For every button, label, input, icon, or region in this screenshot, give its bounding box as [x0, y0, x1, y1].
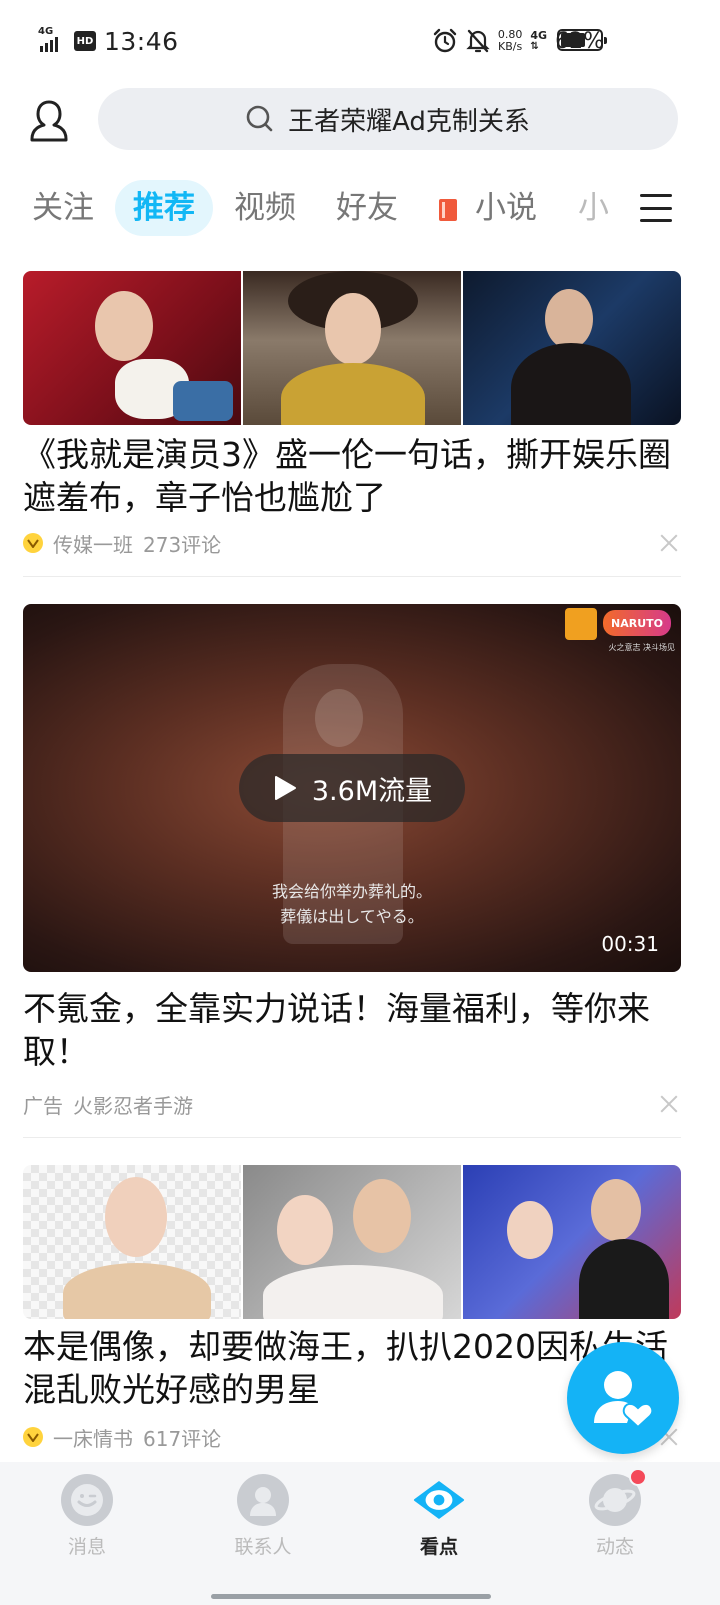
- post-image-grid[interactable]: [23, 271, 681, 425]
- menu-icon[interactable]: [640, 192, 672, 224]
- post-image: [243, 271, 461, 425]
- post-meta: 广告 火影忍者手游: [23, 1089, 193, 1119]
- search-bar[interactable]: 王者荣耀Ad克制关系: [98, 88, 678, 150]
- play-button[interactable]: 3.6M流量: [239, 754, 465, 822]
- video-subtitle: 我会给你举办葬礼的。: [271, 882, 432, 901]
- nav-contacts[interactable]: 联系人: [208, 1474, 318, 1559]
- verified-icon: [23, 1427, 43, 1447]
- video-duration: 00:31: [601, 932, 659, 956]
- status-bar: 4G HD 13:46 0.80 KB/s 4G ⇅ 62%: [0, 0, 720, 82]
- alarm-icon: [433, 28, 457, 53]
- tab-recommended[interactable]: 推荐: [115, 180, 213, 236]
- tab-partial[interactable]: 小: [578, 180, 608, 236]
- battery-level: [561, 33, 585, 47]
- post-image: [463, 271, 681, 425]
- nav-messages[interactable]: 消息: [32, 1474, 142, 1559]
- net-speed: 0.80 KB/s: [497, 28, 523, 53]
- user-heart-icon: [594, 1371, 654, 1429]
- post-title[interactable]: 《我就是演员3》盛一伦一句话，撕开娱乐圈遮羞布，章子怡也尴尬了: [23, 433, 693, 519]
- dismiss-icon[interactable]: [658, 1093, 680, 1115]
- tab-novel[interactable]: 小说: [439, 180, 537, 236]
- user-icon: [30, 100, 68, 142]
- hd-icon: HD: [74, 31, 96, 51]
- post-image: [23, 1165, 241, 1319]
- friend-feed-button[interactable]: [567, 1342, 679, 1454]
- bottom-navigation: 消息 联系人 看点 动态: [0, 1462, 720, 1605]
- divider: [23, 576, 681, 577]
- game-logo: NARUTO 火之意志 决斗场见: [565, 608, 675, 652]
- book-icon: [439, 199, 457, 221]
- data-usage-label: 3.6M流量: [311, 775, 433, 807]
- notification-dot: [629, 1468, 647, 1486]
- post-source[interactable]: 火影忍者手游: [73, 1090, 193, 1119]
- post-image-grid[interactable]: [23, 1165, 681, 1319]
- tab-novel-label: 小说: [475, 190, 537, 226]
- channel-tabs: 关注 推荐 视频 好友 小说 小: [0, 180, 720, 236]
- comment-count: 617评论: [143, 1426, 222, 1451]
- comment-count: 273评论: [143, 532, 222, 557]
- nav-kandian[interactable]: 看点: [384, 1474, 494, 1559]
- verified-icon: [23, 533, 43, 553]
- post-source[interactable]: 传媒一班: [53, 529, 133, 558]
- status-left: 4G HD 13:46: [38, 24, 179, 58]
- clock: 13:46: [104, 26, 179, 56]
- divider: [23, 1137, 681, 1138]
- post-title[interactable]: 不氪金，全靠实力说话！海量福利，等你来取！: [23, 987, 693, 1073]
- profile-avatar-button[interactable]: [24, 96, 74, 146]
- post-image: [463, 1165, 681, 1319]
- tab-friends[interactable]: 好友: [336, 180, 398, 236]
- data-transfer-icon: 4G ⇅: [530, 29, 548, 52]
- message-icon: [61, 1474, 113, 1526]
- post-image: [23, 271, 241, 425]
- post-image: [243, 1165, 461, 1319]
- post-meta: 一床情书 617评论: [23, 1422, 221, 1452]
- battery-icon: [557, 29, 607, 51]
- home-indicator[interactable]: [211, 1594, 491, 1599]
- cellular-signal-icon: 4G: [38, 26, 66, 54]
- search-icon: [246, 105, 273, 132]
- eye-icon: [413, 1474, 465, 1526]
- contacts-icon: [237, 1474, 289, 1526]
- dismiss-icon[interactable]: [658, 532, 680, 554]
- play-icon: [274, 776, 296, 800]
- tab-video[interactable]: 视频: [234, 180, 296, 236]
- network-type: 4G: [38, 26, 54, 37]
- ad-label: 广告: [23, 1093, 63, 1118]
- search-suggestion: 王者荣耀Ad克制关系: [288, 106, 530, 137]
- tab-follow[interactable]: 关注: [32, 180, 94, 236]
- video-player[interactable]: NARUTO 火之意志 决斗场见 3.6M流量 我会给你举办葬礼的。 葬儀は出し…: [23, 604, 681, 972]
- mute-bell-icon: [466, 29, 490, 53]
- video-subtitle: 葬儀は出してやる。: [280, 907, 424, 926]
- nav-moments[interactable]: 动态: [560, 1468, 670, 1559]
- planet-icon: [589, 1468, 647, 1526]
- post-source[interactable]: 一床情书: [53, 1423, 133, 1452]
- post-meta: 传媒一班 273评论: [23, 528, 221, 558]
